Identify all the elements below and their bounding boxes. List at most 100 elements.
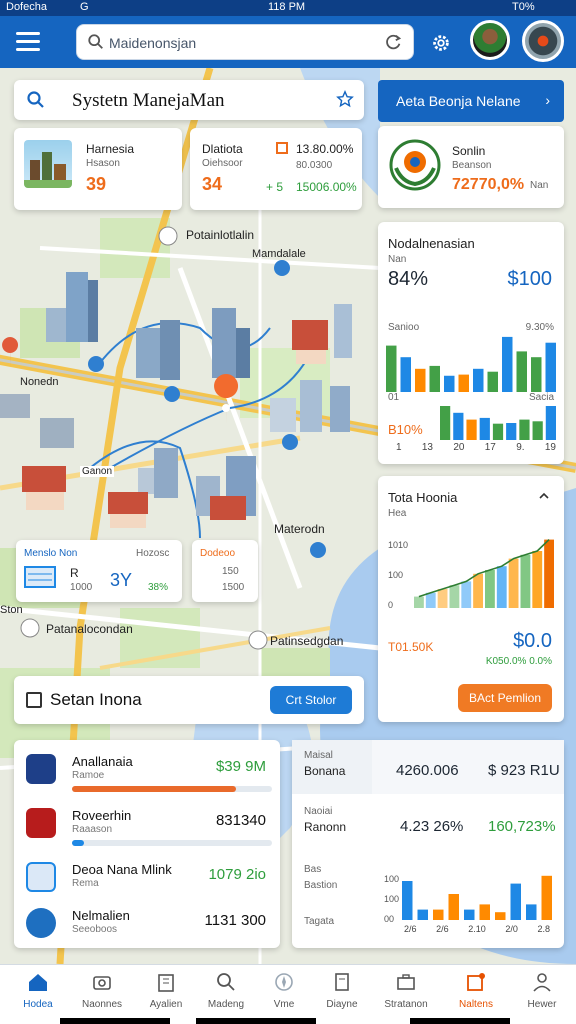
chart-sub-left: 01 (388, 392, 400, 403)
bar-chart-card: Nodalnenasian Nan 84% $100 Sanioo 9.30% … (378, 222, 564, 464)
chart-bar (487, 371, 498, 392)
nav-item[interactable]: Stratanon (376, 971, 436, 1010)
chart-bar (479, 904, 490, 920)
cell: 160,723% (488, 818, 556, 835)
nav-item[interactable]: Ayalien (136, 971, 196, 1010)
camera-icon (93, 976, 111, 990)
x-tick-label: 2/0 (505, 924, 518, 934)
gear-icon[interactable] (430, 32, 452, 54)
x-tick-label: 19 (544, 442, 556, 453)
list-item[interactable]: Roveerhin Raaason 831340 (14, 800, 280, 852)
refresh-icon[interactable] (385, 33, 403, 51)
menu-icon[interactable] (16, 32, 40, 52)
item-value: 831340 (215, 812, 266, 829)
summary-card[interactable]: Sonlin Beanson 72770,0% Nan (378, 126, 564, 208)
cell: 4260.006 (396, 762, 459, 779)
nav-item[interactable]: Naonnes (72, 971, 132, 1010)
chart-bar (532, 551, 543, 608)
nav-label: Stratanon (384, 999, 428, 1010)
chart-sub-right: 9.30% (525, 322, 554, 333)
map-label: Ganon (80, 466, 115, 477)
chart-bar (414, 596, 424, 608)
footer-green: K050.0% 0.0% (485, 656, 552, 667)
list-item[interactable]: Deoa Nana Mlink Rema 1079 2io (14, 854, 280, 906)
chart-bar (526, 904, 537, 920)
item-sub: Raaason (72, 824, 113, 835)
stat-label: Harnesia (86, 142, 135, 156)
x-tick-label: 9. (516, 442, 525, 453)
nav-item[interactable]: Naltens (446, 971, 506, 1010)
chart-bar (473, 573, 483, 608)
action-button[interactable]: BAct Pemlion (458, 684, 552, 712)
user-icon (533, 973, 551, 992)
stat-label: Dlatiota (202, 142, 243, 156)
row-label: Naoiai (304, 806, 333, 817)
row-sub: Bonana (304, 764, 346, 778)
chart-bar (479, 417, 490, 440)
item-name: Roveerhin (72, 808, 132, 823)
footer-amount: $0.0 (513, 630, 552, 652)
summary-unit: Nan (530, 180, 549, 191)
mini-stat-card[interactable]: Dodeoo 150 1500 (192, 540, 258, 602)
item-value: 1079 2io (208, 866, 266, 883)
x-axis: 1 13 20 17 9. 19 (396, 442, 556, 453)
summary-label: Sonlin (452, 144, 486, 158)
stat-extra: 80.0300 (296, 160, 333, 171)
action-card: Setan Inona Crt Stolor (14, 676, 364, 724)
list-item[interactable]: Nelmalien Seeoboos 1131 300 (14, 900, 280, 952)
chart-bar (440, 406, 451, 440)
avatar[interactable] (470, 20, 510, 60)
emblem-icon (389, 139, 441, 191)
nav-label: Naonnes (81, 999, 123, 1010)
x-axis: 2/6 2/6 2.10 2/0 2.8 (404, 924, 550, 934)
summary-sub: Beanson (452, 160, 492, 171)
banner-button[interactable]: Aeta Beonja Nelane › (378, 80, 564, 122)
chart-bar (496, 566, 507, 608)
home-indicator (410, 1018, 510, 1024)
star-icon[interactable] (336, 90, 354, 108)
search-icon[interactable] (26, 90, 46, 110)
mini-val: 38% (148, 582, 169, 593)
stat-card[interactable]: Dlatiota Oiehsoor 34 13.80.00% 80.0300 +… (190, 128, 362, 210)
chart-sub: Nan (388, 254, 407, 265)
mini-val: 3Y (110, 570, 133, 590)
nav-item[interactable]: Vme (254, 971, 314, 1010)
y-axis: 1010 100 0 (388, 540, 408, 610)
primary-button[interactable]: Crt Stolor (270, 686, 352, 714)
map-label: Materodn (274, 522, 325, 536)
stat-card[interactable]: Harnesia Hsason 39 (14, 128, 182, 210)
y-tick-label: 100 (384, 894, 400, 904)
chevron-up-icon[interactable] (538, 490, 550, 502)
document-icon (26, 692, 42, 708)
mini-val: 1000 (70, 582, 93, 593)
list-item[interactable]: Anallanaia Ramoe $39 9M (14, 746, 280, 798)
row-label: Bas (304, 864, 322, 875)
area-chart-card: Tota Hoonia Hea 1010 100 0 T01.50K $0.0 K0… (378, 476, 564, 722)
mini-stat-card[interactable]: Menslo Non Hozosc R 1000 3Y 38% (16, 540, 182, 602)
app-header: Maidenonsjan (0, 16, 576, 68)
map-label: Nonedn (20, 376, 59, 388)
search-input[interactable]: Maidenonsjan (76, 24, 414, 60)
avatar[interactable] (522, 20, 564, 62)
chart-bar (544, 539, 554, 608)
nav-home[interactable]: Hodea (8, 971, 68, 1010)
search-icon (217, 973, 235, 991)
nav-label: Naltens (459, 999, 493, 1010)
nav-item[interactable]: Diayne (312, 971, 372, 1010)
page-title: Systetn ManejaMan (72, 90, 225, 111)
nav-item[interactable]: Madeng (196, 971, 256, 1010)
summary-value: 72770,0% (452, 176, 525, 193)
item-sub: Seeoboos (72, 924, 118, 935)
chart-bar (492, 423, 504, 440)
chart-bar (444, 375, 455, 392)
chart-bar (473, 368, 484, 392)
search-icon (88, 34, 103, 49)
nav-item[interactable]: Hewer (512, 971, 572, 1010)
progress-bar (72, 786, 272, 792)
chart-bar (433, 909, 444, 920)
chart-sub-right: Sacia (528, 392, 554, 403)
chart-title: Tota Hoonia (388, 490, 458, 505)
chart-bar (545, 406, 556, 440)
stat-sub: Oiehsoor (202, 158, 243, 169)
mini-val: R (70, 566, 79, 580)
